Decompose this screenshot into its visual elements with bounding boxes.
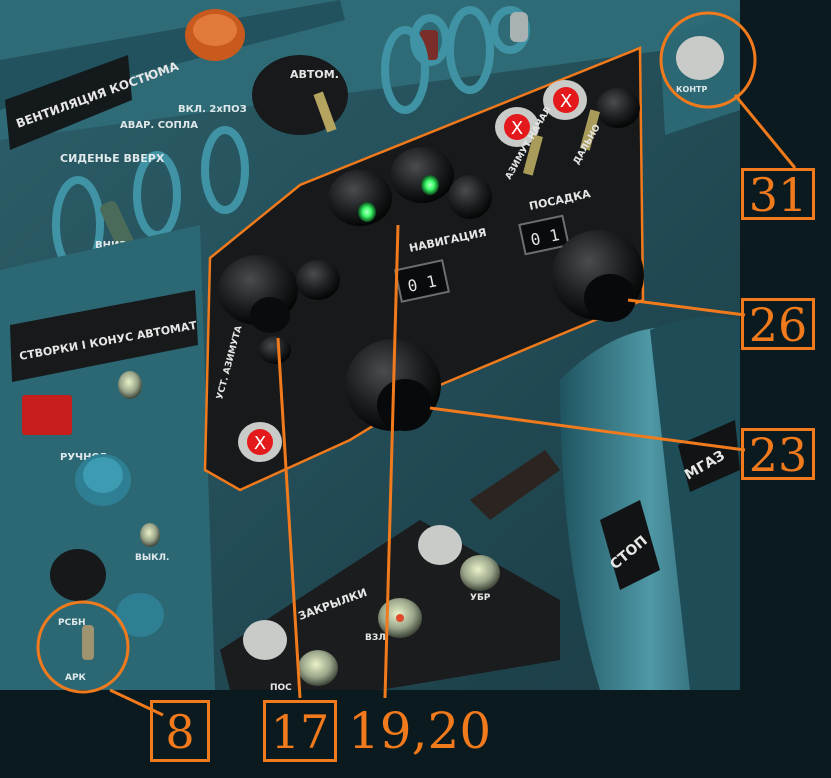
svg-text:ВЫКЛ.: ВЫКЛ.	[135, 553, 169, 563]
callout-8: 8	[150, 700, 210, 762]
svg-text:КОНТР: КОНТР	[676, 85, 707, 94]
orange-knob[interactable]	[185, 9, 245, 61]
callout-23: 23	[741, 428, 815, 480]
callout-17: 17	[263, 700, 337, 762]
left-subpanel: СТВОРКИ І КОНУС АВТОМАТ РУЧНОЕ ВЫКЛ. АРК…	[0, 225, 215, 690]
svg-text:СИДЕНЬЕ ВВЕРХ: СИДЕНЬЕ ВВЕРХ	[60, 152, 165, 165]
svg-text:РСБН: РСБН	[58, 618, 86, 628]
callout-19-20: 19,20	[348, 702, 492, 760]
x-marker-label-1: X	[511, 118, 523, 139]
ark-switch[interactable]	[82, 625, 94, 660]
svg-text:ВКЛ. 2хПОЗ: ВКЛ. 2хПОЗ	[178, 104, 247, 115]
x-marker-label-2: X	[560, 91, 572, 112]
x-marker-label-3: X	[254, 433, 266, 454]
svg-text:ВЗЛ: ВЗЛ	[365, 633, 386, 643]
control-button-31[interactable]	[676, 36, 724, 80]
svg-text:УБР: УБР	[470, 593, 491, 603]
red-switch-guard[interactable]	[22, 395, 72, 435]
cockpit-photo: ВЕНТИЛЯЦИЯ КОСТЮМА АВТОМ. СИДЕНЬЕ ВВЕРХ …	[0, 0, 831, 778]
svg-text:АВТОМ.: АВТОМ.	[290, 68, 339, 81]
callout-31: 31	[741, 168, 815, 220]
cockpit-illustration: ВЕНТИЛЯЦИЯ КОСТЮМА АВТОМ. СИДЕНЬЕ ВВЕРХ …	[0, 0, 831, 778]
callout-26: 26	[741, 298, 815, 350]
svg-text:АВАР. СОПЛА: АВАР. СОПЛА	[120, 120, 198, 131]
svg-text:АРК: АРК	[65, 673, 87, 683]
